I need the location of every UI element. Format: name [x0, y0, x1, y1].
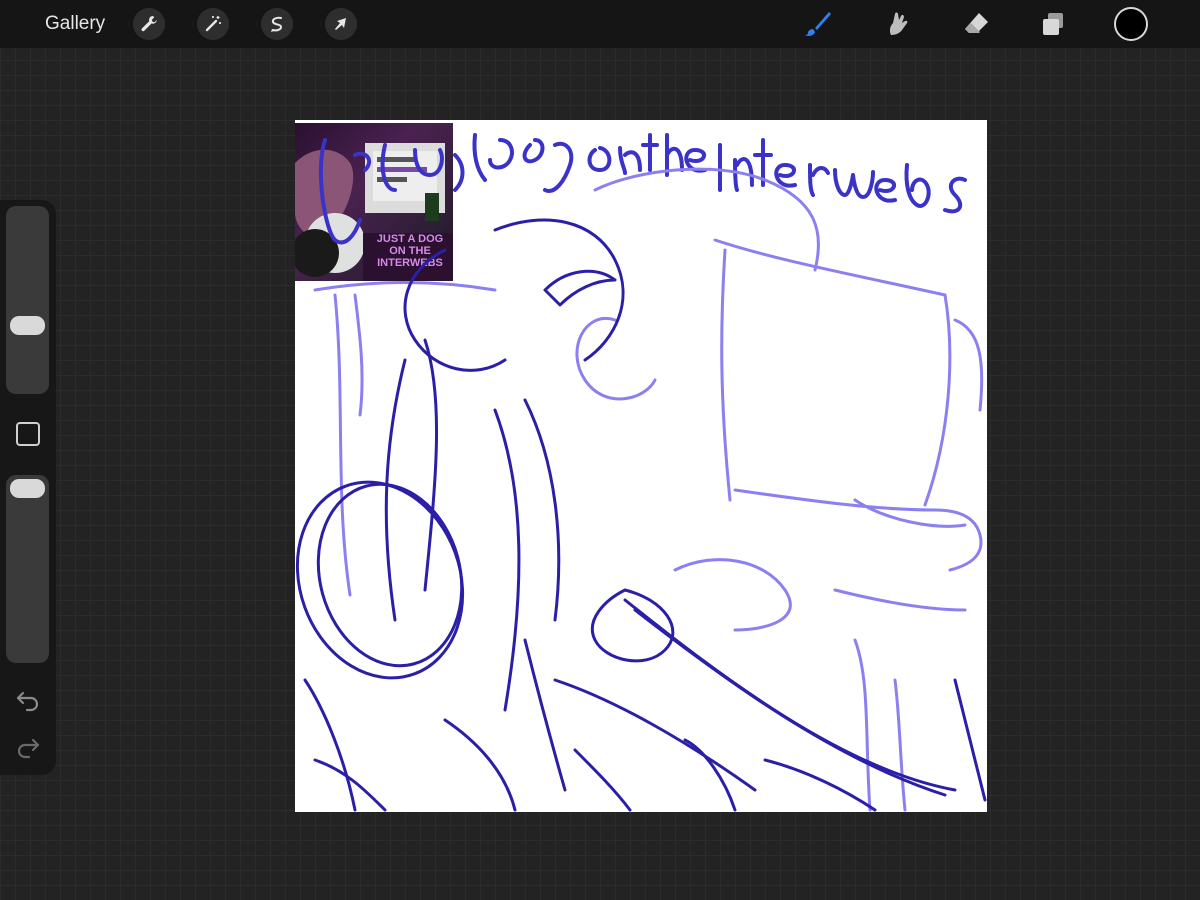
smudge-icon	[889, 12, 908, 35]
opacity-thumb[interactable]	[10, 479, 45, 498]
transform-button[interactable]	[325, 8, 357, 40]
eraser-tool-button[interactable]	[960, 8, 992, 40]
side-controls	[0, 200, 56, 775]
actions-button[interactable]	[133, 8, 165, 40]
layers-icon	[1043, 13, 1063, 35]
color-picker-button[interactable]	[1114, 7, 1148, 41]
selection-icon	[271, 16, 283, 32]
undo-icon[interactable]	[14, 688, 42, 712]
transform-arrow-icon	[335, 18, 346, 30]
brush-tool-button[interactable]	[802, 8, 834, 40]
drawing-canvas[interactable]: JUST A DOG ON THE INTERWEBS	[295, 120, 987, 812]
magic-wand-icon	[205, 16, 221, 32]
selection-button[interactable]	[261, 8, 293, 40]
redo-icon[interactable]	[14, 735, 42, 759]
eraser-icon	[965, 13, 988, 33]
wrench-icon	[141, 16, 157, 32]
adjustments-button[interactable]	[197, 8, 229, 40]
sketch-layer	[295, 133, 987, 812]
handwritten-title-strokes	[318, 133, 967, 245]
opacity-slider[interactable]	[6, 475, 49, 663]
brush-icon	[805, 12, 831, 36]
brush-size-thumb[interactable]	[10, 316, 45, 335]
top-toolbar: Gallery	[0, 0, 1200, 48]
light-sketch-strokes	[313, 167, 984, 812]
layers-button[interactable]	[1037, 8, 1069, 40]
gallery-button[interactable]: Gallery	[45, 13, 105, 35]
smudge-tool-button[interactable]	[881, 8, 913, 40]
brush-size-slider[interactable]	[6, 206, 49, 394]
modify-button[interactable]	[16, 422, 40, 446]
